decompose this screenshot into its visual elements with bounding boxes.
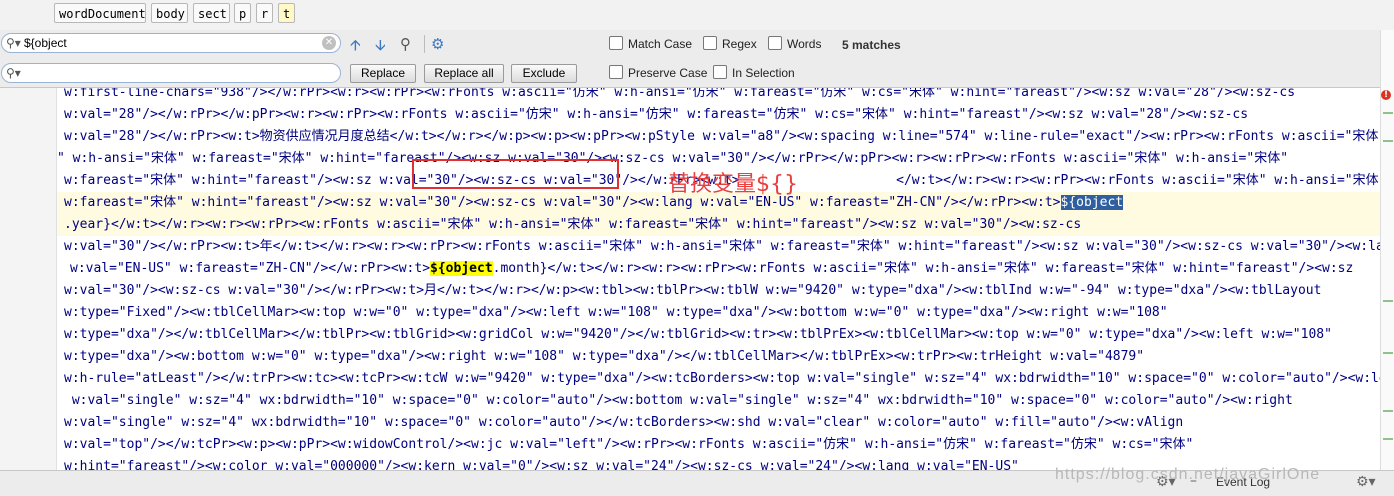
match-case-option[interactable]: Match Case [609, 36, 692, 51]
next-occurrence-icon[interactable]: 🡫 [375, 35, 386, 60]
code-line[interactable]: w:val="28"/></w:rPr></w:pPr><w:r><w:rPr>… [64, 104, 1248, 126]
match-count: 5 matches [842, 38, 901, 52]
code-line[interactable]: w:val="30"/><w:sz-cs w:val="30"/></w:rPr… [64, 280, 1321, 302]
toolbar-separator [424, 35, 425, 53]
error-icon[interactable]: ! [1381, 90, 1391, 100]
regex-checkbox[interactable] [703, 36, 717, 50]
preserve-case-checkbox[interactable] [609, 65, 623, 79]
settings-icon[interactable]: ⚙▾ [1356, 474, 1376, 490]
search-icon: ⚲▾ [6, 66, 21, 80]
code-line[interactable]: w:val="30"/></w:rPr><w:t>年</w:t></w:r><w… [64, 236, 1384, 258]
breadcrumb-item[interactable]: body [151, 3, 188, 23]
scroll-marker[interactable] [1383, 300, 1393, 302]
regex-option[interactable]: Regex [703, 36, 757, 51]
prev-occurrence-icon[interactable]: 🡩 [350, 35, 361, 60]
breadcrumb-item[interactable]: wordDocument [54, 3, 146, 23]
highlight-box [412, 159, 619, 189]
code-line[interactable]: w:type="Fixed"/><w:tblCellMar><w:top w:w… [64, 302, 1168, 324]
code-line[interactable]: w:type="dxa"/><w:bottom w:w="0" w:type="… [64, 346, 1144, 368]
watermark-text: https://blog.csdn.net/javaGirlOne [1055, 466, 1321, 483]
clear-icon[interactable]: ✕ [322, 36, 336, 50]
code-text[interactable]: .month}</w:t></w:r><w:r><w:rPr><w:rFonts… [493, 261, 1354, 276]
code-line[interactable]: w:val="28"/></w:rPr><w:t>物资供应情况月度总结</w:t… [64, 126, 1386, 148]
code-line[interactable]: w:val="single" w:sz="4" wx:bdrwidth="10"… [64, 390, 1293, 412]
editor-gutter [0, 88, 57, 470]
replace-all-button[interactable]: Replace all [424, 64, 504, 83]
breadcrumb: wordDocument body sect p r t [0, 0, 1394, 31]
search-input[interactable]: ⚲▾ ${object ✕ [1, 33, 341, 53]
code-line[interactable]: w:val="top"/></w:tcPr><w:p><w:pPr><w:wid… [64, 434, 1193, 456]
code-line[interactable]: w:first-line-chars="938"/></w:rPr><w:r><… [64, 88, 1295, 104]
replace-button[interactable]: Replace [350, 64, 416, 83]
in-selection-checkbox[interactable] [713, 65, 727, 79]
breadcrumb-item[interactable]: r [256, 3, 273, 23]
scroll-marker[interactable] [1383, 140, 1393, 142]
scroll-marker[interactable] [1383, 112, 1393, 114]
code-line-current[interactable]: .year}</w:t></w:r><w:r><w:rPr><w:rFonts … [57, 214, 1394, 236]
breadcrumb-item[interactable]: p [234, 3, 251, 23]
search-match-selected[interactable]: ${object [1060, 195, 1124, 210]
in-selection-option[interactable]: In Selection [713, 65, 795, 80]
search-value[interactable]: ${object [24, 36, 67, 50]
code-editor[interactable]: w:first-line-chars="938"/></w:rPr><w:r><… [0, 88, 1394, 470]
code-text[interactable]: w:val="EN-US" w:fareast="ZH-CN"/></w:rPr… [70, 261, 430, 276]
breadcrumb-item[interactable]: sect [193, 3, 230, 23]
code-line[interactable]: w:type="dxa"/></w:tblCellMar></w:tblPr><… [64, 324, 1332, 346]
settings-icon[interactable]: ⚙ [431, 35, 444, 53]
find-all-icon[interactable]: ⚲ [400, 35, 411, 53]
annotation-text: 替换变量${} [668, 172, 798, 197]
code-line[interactable]: w:h-rule="atLeast"/></w:trPr><w:tc><w:tc… [64, 368, 1387, 390]
search-icon[interactable]: ⚲▾ [6, 36, 21, 50]
code-line[interactable]: w:val="EN-US" w:fareast="ZH-CN"/></w:rPr… [70, 258, 1353, 280]
scroll-marker[interactable] [1383, 410, 1393, 412]
preserve-case-option[interactable]: Preserve Case [609, 65, 707, 80]
breadcrumb-item[interactable]: t [278, 3, 295, 23]
code-line[interactable]: w:hint="fareast"/><w:color w:val="000000… [64, 456, 1019, 470]
words-checkbox[interactable] [768, 36, 782, 50]
code-text[interactable]: w:fareast="宋体" w:hint="fareast"/><w:sz w… [64, 195, 1061, 210]
search-match[interactable]: ${object [430, 261, 493, 276]
exclude-button[interactable]: Exclude [511, 64, 577, 83]
scroll-marker[interactable] [1383, 438, 1393, 440]
code-line[interactable]: w:val="single" w:sz="4" wx:bdrwidth="10"… [64, 412, 1183, 434]
match-case-checkbox[interactable] [609, 36, 623, 50]
words-option[interactable]: Words [768, 36, 821, 51]
scroll-marker[interactable] [1383, 352, 1393, 354]
find-replace-bar: ⚲▾ ${object ✕ ⚲▾ 🡩 🡫 ⚲ ⚙ Replace Replace… [0, 30, 1394, 88]
replace-input[interactable]: ⚲▾ [1, 63, 341, 83]
